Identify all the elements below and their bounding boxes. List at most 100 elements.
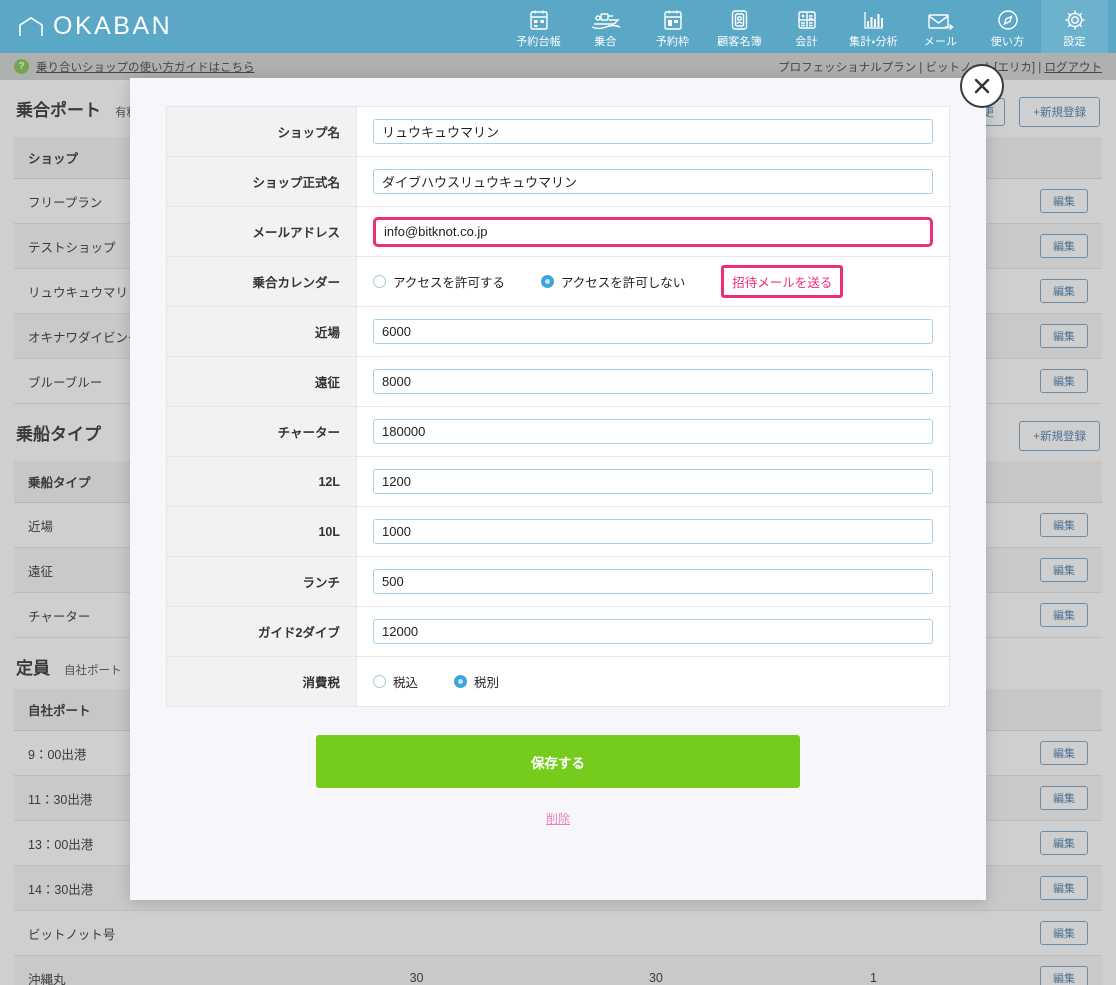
modal-body: ショップ名 ショップ正式名 メールアドレス 乗合カレンダー (130, 78, 986, 900)
top-navigation-bar: OKABAN 予約台帳 乗合 予約枠 顧客名簿 会計 集計・分析 メール 使い方… (0, 0, 1116, 53)
edit-button[interactable]: 編集 (1040, 513, 1088, 537)
contact-book-icon (730, 8, 749, 31)
help-question-icon: ? (14, 59, 29, 74)
radio-circle-icon (373, 275, 386, 288)
radio-deny-access[interactable]: アクセスを許可しない (540, 272, 685, 291)
shop-form: ショップ名 ショップ正式名 メールアドレス 乗合カレンダー (166, 106, 950, 707)
shop-edit-modal: ショップ名 ショップ正式名 メールアドレス 乗合カレンダー (130, 78, 986, 900)
label-shop-official-name: ショップ正式名 (166, 156, 357, 207)
nav-item-reservation-slot[interactable]: 予約枠 (639, 0, 706, 53)
email-input[interactable] (373, 216, 933, 247)
guide-2dive-price-input[interactable] (373, 619, 933, 644)
charter-price-input[interactable] (373, 419, 933, 444)
radio-tax-excluded-label: 税別 (474, 676, 500, 690)
tax-radio-group: 税込 税別 (373, 672, 933, 691)
nav-item-customer-list[interactable]: 顧客名簿 (706, 0, 773, 53)
new-register-button-ports[interactable]: +新規登録 (1019, 97, 1100, 127)
cell-d (775, 910, 972, 956)
close-x-icon (971, 75, 993, 97)
edit-button[interactable]: 編集 (1040, 558, 1088, 582)
edit-button[interactable]: 編集 (1040, 234, 1088, 258)
envelope-arrow-icon (927, 8, 955, 31)
nav-label: 予約枠 (655, 35, 690, 48)
label-expedition: 遠征 (166, 356, 357, 407)
close-modal-button[interactable] (960, 64, 1004, 108)
tank-12l-price-input[interactable] (373, 469, 933, 494)
nav-item-mail[interactable]: メール (907, 0, 974, 53)
nav-item-howto[interactable]: 使い方 (974, 0, 1041, 53)
table-row[interactable]: ビットノット号 編集 (14, 910, 1102, 956)
edit-button[interactable]: 編集 (1040, 876, 1088, 900)
cell-port: ビットノット号 (14, 910, 297, 956)
radio-allow-access[interactable]: アクセスを許可する (373, 272, 505, 291)
nav-item-settings[interactable]: 設定 (1041, 0, 1108, 53)
radio-circle-icon (373, 675, 386, 688)
edit-button[interactable]: 編集 (1040, 831, 1088, 855)
label-guide-2dive: ガイド2ダイブ (166, 606, 357, 657)
new-register-button-boarding-type[interactable]: +新規登録 (1019, 421, 1100, 451)
cell-b: 30 (296, 955, 537, 985)
nav-label: 設定 (1063, 35, 1086, 48)
radio-circle-selected-icon (540, 275, 554, 288)
cell-d: 1 (775, 955, 972, 985)
edit-button[interactable]: 編集 (1040, 189, 1088, 213)
nearby-price-input[interactable] (373, 319, 933, 344)
label-10l: 10L (166, 506, 357, 557)
gear-icon (1064, 8, 1086, 31)
edit-button[interactable]: 編集 (1040, 921, 1088, 945)
compass-icon (997, 8, 1019, 31)
nav-label: 顧客名簿 (717, 35, 762, 48)
form-row-12l: 12L (166, 456, 950, 507)
help-guide-link[interactable]: 乗り合いショップの使い方ガイドはこちら (36, 59, 255, 75)
edit-button[interactable]: 編集 (1040, 786, 1088, 810)
form-row-tax: 消費税 税込 税別 (166, 656, 950, 707)
brand-name: OKABAN (53, 12, 173, 40)
lunch-price-input[interactable] (373, 569, 933, 594)
cell-b (296, 910, 537, 956)
save-button[interactable]: 保存する (316, 735, 800, 788)
bar-chart-icon (863, 8, 885, 31)
form-row-shared-calendar: 乗合カレンダー アクセスを許可する アクセスを許可しない 招待メールを送る (166, 256, 950, 307)
section-title: 乗合ポート (16, 101, 101, 120)
radio-tax-excluded[interactable]: 税別 (454, 672, 499, 691)
nav-item-analytics[interactable]: 集計・分析 (840, 0, 907, 53)
nav-label: 会計 (795, 35, 818, 48)
form-row-10l: 10L (166, 506, 950, 557)
tank-10l-price-input[interactable] (373, 519, 933, 544)
table-row[interactable]: 沖縄丸 30 30 1 編集 (14, 955, 1102, 985)
label-12l: 12L (166, 456, 357, 507)
accounting-grid-icon (797, 8, 817, 31)
label-lunch: ランチ (166, 556, 357, 607)
form-row-charter: チャーター (166, 406, 950, 457)
cell-c: 30 (536, 955, 776, 985)
form-row-shop-official-name: ショップ正式名 (166, 156, 950, 207)
shop-name-input[interactable] (373, 119, 933, 144)
edit-button[interactable]: 編集 (1040, 279, 1088, 303)
nav-item-accounting[interactable]: 会計 (773, 0, 840, 53)
column-actions (971, 461, 1102, 503)
edit-button[interactable]: 編集 (1040, 369, 1088, 393)
radio-circle-selected-icon (454, 675, 468, 688)
label-charter: チャーター (166, 406, 357, 457)
shop-official-name-input[interactable] (373, 169, 933, 194)
label-tax: 消費税 (166, 656, 357, 707)
expedition-price-input[interactable] (373, 369, 933, 394)
sub-bar: ? 乗り合いショップの使い方ガイドはこちら プロフェッショナルプラン | ビット… (0, 53, 1116, 80)
edit-button[interactable]: 編集 (1040, 741, 1088, 765)
label-shop-name: ショップ名 (166, 106, 357, 157)
house-outline-icon (18, 16, 44, 38)
nav-item-reservation-ledger[interactable]: 予約台帳 (505, 0, 572, 53)
edit-button[interactable]: 編集 (1040, 324, 1088, 348)
send-invite-mail-button[interactable]: 招待メールを送る (721, 265, 844, 298)
form-row-email: メールアドレス (166, 206, 950, 257)
edit-button[interactable]: 編集 (1040, 603, 1088, 627)
nav-item-shared-boarding[interactable]: 乗合 (572, 0, 639, 53)
nav-label: 集計・分析 (849, 35, 898, 48)
radio-tax-included[interactable]: 税込 (373, 672, 418, 691)
section-subtitle: 自社ポート (64, 665, 122, 677)
nav-items: 予約台帳 乗合 予約枠 顧客名簿 会計 集計・分析 メール 使い方 設定 (505, 0, 1108, 53)
delete-link[interactable]: 削除 (546, 810, 570, 827)
app-logo[interactable]: OKABAN (18, 12, 172, 41)
edit-button[interactable]: 編集 (1040, 966, 1088, 985)
logout-link[interactable]: ログアウト (1045, 62, 1103, 74)
